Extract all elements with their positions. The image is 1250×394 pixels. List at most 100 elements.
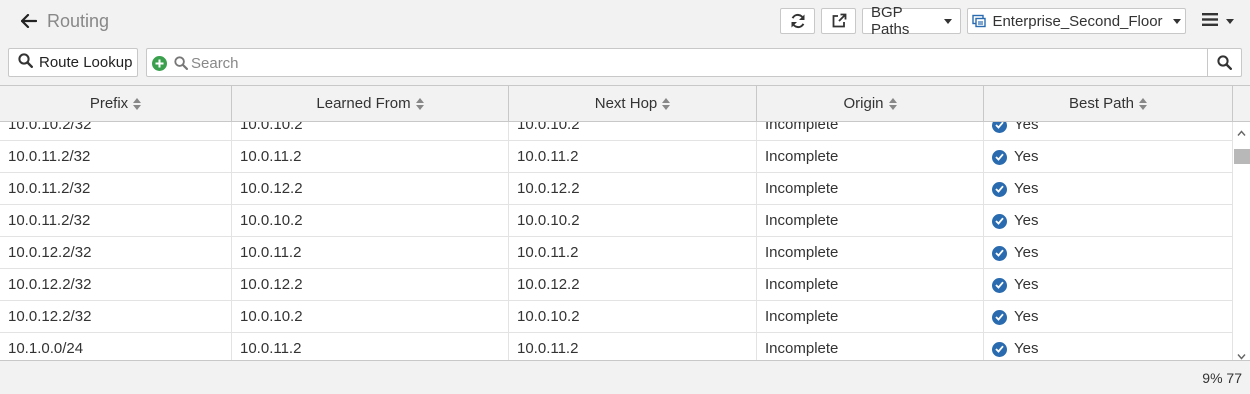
top-bar: Routing BGP Paths Enterprise_Second_Floo… [0,0,1250,42]
search-icon [18,53,34,72]
cell-learned-from: 10.0.11.2 [232,237,509,269]
scroll-up-icon[interactable] [1237,125,1246,136]
cell-origin: Incomplete [757,301,984,333]
cell-best-path: Yes [984,333,1233,360]
table-row[interactable]: 10.0.11.2/32 10.0.11.2 10.0.11.2 Incompl… [0,141,1233,173]
column-header-next-hop[interactable]: Next Hop [509,86,757,121]
main-menu-button[interactable] [1198,8,1238,34]
table-row[interactable]: 10.0.11.2/32 10.0.12.2 10.0.12.2 Incompl… [0,173,1233,205]
cell-best-path: Yes [984,237,1233,269]
cell-origin: Incomplete [757,173,984,205]
cell-learned-from: 10.0.11.2 [232,141,509,173]
cell-learned-from: 10.0.10.2 [232,301,509,333]
table-row[interactable]: 10.0.12.2/32 10.0.11.2 10.0.11.2 Incompl… [0,237,1233,269]
cell-origin: Incomplete [757,122,984,141]
caret-down-icon [1226,18,1234,24]
cell-next-hop: 10.0.11.2 [509,141,757,173]
cell-next-hop: 10.0.11.2 [509,237,757,269]
cell-prefix: 10.0.12.2/32 [0,301,232,333]
cell-next-hop: 10.0.10.2 [509,205,757,237]
table-row[interactable]: 10.1.0.0/24 10.0.11.2 10.0.11.2 Incomple… [0,333,1233,360]
column-header-prefix[interactable]: Prefix [0,86,232,121]
routing-table: Prefix Learned From Next Hop Origin Best… [0,85,1250,361]
column-header-origin[interactable]: Origin [757,86,984,121]
cell-prefix: 10.0.11.2/32 [0,141,232,173]
cell-next-hop: 10.0.11.2 [509,333,757,360]
cell-next-hop: 10.0.12.2 [509,173,757,205]
cell-origin: Incomplete [757,141,984,173]
cell-learned-from: 10.0.10.2 [232,205,509,237]
route-lookup-label: Route Lookup [39,54,133,71]
device-dropdown-label: Enterprise_Second_Floor [992,12,1163,30]
external-link-icon [831,13,847,29]
check-circle-icon [992,309,1007,325]
cell-learned-from: 10.0.10.2 [232,122,509,141]
cell-best-path: Yes [984,122,1233,141]
sort-icon [888,97,897,110]
cell-prefix: 10.0.10.2/32 [0,122,232,141]
cell-origin: Incomplete [757,269,984,301]
column-header-best-path[interactable]: Best Path [984,86,1233,121]
page-title: Routing [47,11,110,31]
check-circle-icon [992,277,1007,293]
cell-origin: Incomplete [757,237,984,269]
cell-learned-from: 10.0.11.2 [232,333,509,360]
scrollbar-thumb[interactable] [1234,149,1250,164]
check-circle-icon [992,341,1007,357]
caret-down-icon [1172,18,1181,24]
cell-best-path: Yes [984,173,1233,205]
sort-icon [415,97,424,110]
cell-learned-from: 10.0.12.2 [232,173,509,205]
search-icon [1217,55,1232,70]
cell-prefix: 10.0.12.2/32 [0,237,232,269]
cell-best-path: Yes [984,205,1233,237]
table-body: 10.0.10.2/32 10.0.10.2 10.0.10.2 Incompl… [0,122,1233,360]
search-submit-button[interactable] [1207,49,1241,76]
cell-prefix: 10.0.11.2/32 [0,173,232,205]
cell-prefix: 10.0.11.2/32 [0,205,232,237]
sort-icon [662,97,671,110]
cell-origin: Incomplete [757,333,984,360]
scroll-down-icon[interactable] [1237,348,1246,360]
cell-origin: Incomplete [757,205,984,237]
search-icon [174,56,189,73]
cell-next-hop: 10.0.12.2 [509,269,757,301]
table-row[interactable]: 10.0.10.2/32 10.0.10.2 10.0.10.2 Incompl… [0,122,1233,141]
cell-best-path: Yes [984,269,1233,301]
check-circle-icon [992,245,1007,261]
device-dropdown[interactable]: Enterprise_Second_Floor [967,8,1186,34]
cell-best-path: Yes [984,141,1233,173]
view-dropdown[interactable]: BGP Paths [862,4,961,38]
back-arrow-icon[interactable] [18,10,40,32]
sort-icon [133,97,142,110]
add-filter-icon[interactable] [152,56,167,71]
status-text: 9% 77 [1202,370,1242,386]
table-row[interactable]: 10.0.12.2/32 10.0.10.2 10.0.10.2 Incompl… [0,301,1233,333]
search-box [146,48,1242,77]
hamburger-menu-icon [1202,13,1218,29]
device-icon [972,14,987,28]
refresh-icon [790,13,806,29]
search-input[interactable] [191,52,1201,74]
view-dropdown-label: BGP Paths [871,4,910,38]
column-header-learned-from[interactable]: Learned From [232,86,509,121]
sort-icon [1139,97,1148,110]
cell-next-hop: 10.0.10.2 [509,122,757,141]
cell-prefix: 10.0.12.2/32 [0,269,232,301]
cell-learned-from: 10.0.12.2 [232,269,509,301]
cell-best-path: Yes [984,301,1233,333]
check-circle-icon [992,181,1007,197]
cell-prefix: 10.1.0.0/24 [0,333,232,360]
check-circle-icon [992,213,1007,229]
table-header: Prefix Learned From Next Hop Origin Best… [0,86,1250,122]
vertical-scrollbar[interactable] [1233,122,1250,360]
table-row[interactable]: 10.0.12.2/32 10.0.12.2 10.0.12.2 Incompl… [0,269,1233,301]
refresh-button[interactable] [780,8,815,34]
check-circle-icon [992,149,1007,165]
route-lookup-button[interactable]: Route Lookup [8,48,138,77]
table-row[interactable]: 10.0.11.2/32 10.0.10.2 10.0.10.2 Incompl… [0,205,1233,237]
check-circle-icon [992,122,1007,133]
caret-down-icon [944,18,952,24]
cell-next-hop: 10.0.10.2 [509,301,757,333]
external-link-button[interactable] [821,8,856,34]
